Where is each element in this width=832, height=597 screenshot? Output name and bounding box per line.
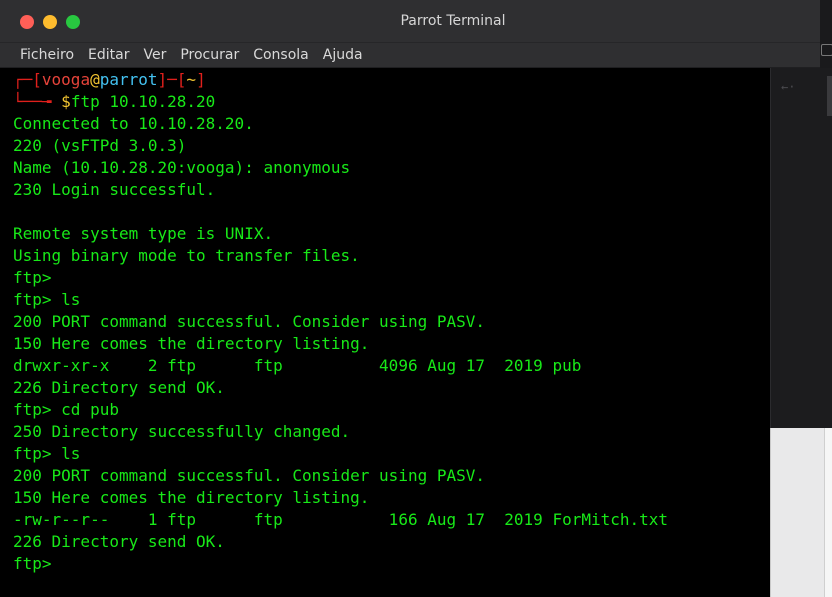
title-bar[interactable]: Parrot Terminal (0, 0, 820, 43)
terminal-window[interactable]: Parrot Terminal Ficheiro Editar Ver Proc… (0, 0, 820, 597)
window-icon (821, 44, 832, 56)
output-line: Name (10.10.28.20:vooga): anonymous (13, 158, 351, 177)
output-line: 150 Here comes the directory listing. (13, 488, 370, 507)
output-line: ftp> (13, 268, 52, 287)
output-line: 250 Directory successfully changed. (13, 422, 351, 441)
output-line: 226 Directory send OK. (13, 378, 225, 397)
output-line: 220 (vsFTPd 3.0.3) (13, 136, 187, 155)
prompt-corner-bottom: └──╼ (13, 92, 62, 111)
background-window-edge (820, 0, 832, 68)
scrollbar[interactable] (827, 76, 832, 116)
prompt-user: vooga (41, 70, 91, 89)
prompt-corner-top: ┌─[ (13, 70, 42, 89)
prompt-separator: ]─[ (157, 70, 187, 89)
prompt-close: ] (196, 70, 206, 89)
menu-procurar[interactable]: Procurar (173, 43, 246, 67)
output-line: 230 Login successful. (13, 180, 216, 199)
terminal-screen[interactable]: ┌─[vooga@parrot]─[~] └──╼ $ftp 10.10.28.… (0, 68, 770, 597)
background-window-column (824, 428, 832, 597)
output-line: ftp> (13, 554, 52, 573)
output-line: 226 Directory send OK. (13, 532, 225, 551)
prompt-host: parrot (99, 70, 158, 89)
prompt-command: ftp 10.10.28.20 (70, 92, 216, 111)
prompt-line-command: └──╼ $ftp 10.10.28.20 (13, 91, 215, 113)
output-line: Using binary mode to transfer files. (13, 246, 360, 265)
menu-ajuda[interactable]: Ajuda (316, 43, 370, 67)
output-line: 200 PORT command successful. Consider us… (13, 466, 486, 485)
menu-consola[interactable]: Consola (246, 43, 316, 67)
output-line: Remote system type is UNIX. (13, 224, 274, 243)
output-line: drwxr-xr-x 2 ftp ftp 4096 Aug 17 2019 pu… (13, 356, 582, 375)
prompt-path: ~ (186, 70, 197, 89)
output-line: ftp> ls (13, 444, 81, 463)
menu-bar: Ficheiro Editar Ver Procurar Consola Aju… (0, 43, 820, 68)
menu-ficheiro[interactable]: Ficheiro (13, 43, 81, 67)
prompt-dollar: $ (61, 92, 71, 111)
prompt-line-top: ┌─[vooga@parrot]─[~] (13, 69, 206, 91)
window-title: Parrot Terminal (400, 13, 506, 29)
output-line: -rw-r--r-- 1 ftp ftp 166 Aug 17 2019 For… (13, 510, 669, 529)
output-line: 200 PORT command successful. Consider us… (13, 312, 486, 331)
menu-ver[interactable]: Ver (136, 43, 173, 67)
output-line: ftp> ls (13, 290, 81, 309)
output-line: 150 Here comes the directory listing. (13, 334, 370, 353)
output-line: ftp> cd pub (13, 400, 119, 419)
menu-editar[interactable]: Editar (81, 43, 136, 67)
prompt-at: @ (90, 70, 100, 89)
output-line: Connected to 10.10.28.20. (13, 114, 254, 133)
